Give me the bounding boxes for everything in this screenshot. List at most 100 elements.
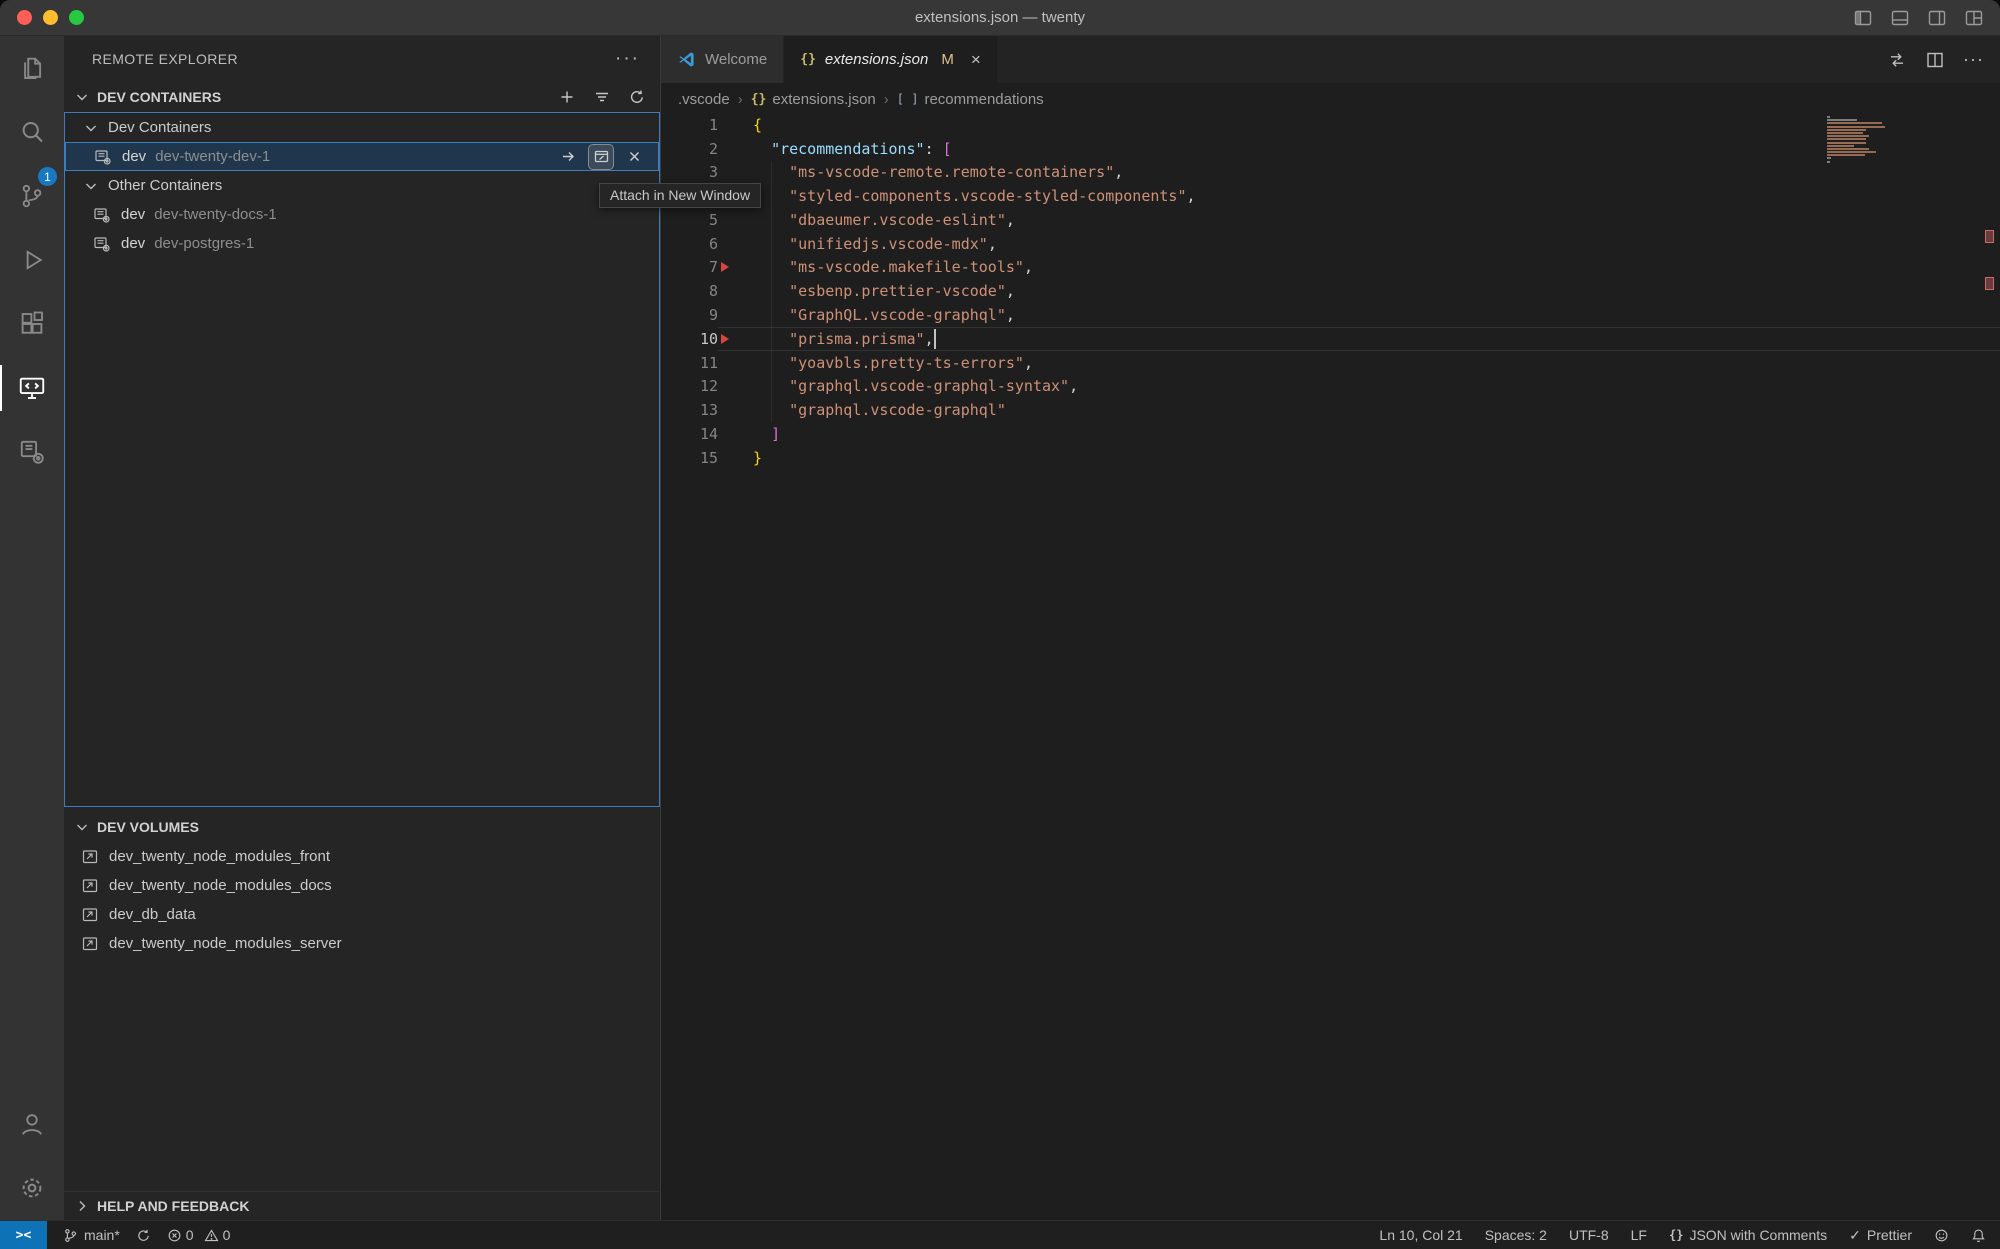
open-changes-icon[interactable]: [1887, 50, 1907, 70]
code-line[interactable]: 2 "recommendations": [: [661, 137, 2000, 161]
dev-volumes-section: DEV VOLUMES dev_twenty_node_modules_fron…: [64, 812, 659, 958]
problems-item[interactable]: 0 0: [167, 1227, 237, 1243]
formatter-item[interactable]: ✓ Prettier: [1849, 1227, 1912, 1244]
code-line[interactable]: 15}: [661, 446, 2000, 470]
layout-controls: [1853, 0, 1984, 35]
attach-current-window-icon[interactable]: [556, 145, 580, 169]
code-line[interactable]: 3 "ms-vscode-remote.remote-containers",: [661, 161, 2000, 185]
warning-count: 0: [223, 1227, 231, 1243]
code-line[interactable]: 10 "prisma.prisma",: [661, 327, 2000, 351]
array-symbol-icon: [ ]: [897, 92, 919, 106]
container-icon: [93, 206, 111, 224]
tree-item-container[interactable]: dev dev-twenty-docs-1: [65, 200, 659, 229]
minimap-line: [1827, 132, 1863, 134]
explorer-icon[interactable]: [0, 36, 64, 100]
code-line[interactable]: 13 "graphql.vscode-graphql": [661, 398, 2000, 422]
volume-item[interactable]: dev_db_data: [64, 900, 659, 929]
section-label: DEV VOLUMES: [97, 819, 199, 835]
toggle-panel-icon[interactable]: [1890, 8, 1910, 28]
code-line[interactable]: 14 ]: [661, 422, 2000, 446]
dev-containers-icon[interactable]: [0, 420, 64, 484]
tree-group-dev-containers[interactable]: Dev Containers: [65, 113, 659, 142]
chevron-down-icon: [74, 819, 90, 835]
volume-item[interactable]: dev_twenty_node_modules_docs: [64, 871, 659, 900]
line-number: 1: [661, 116, 718, 134]
toggle-primary-sidebar-icon[interactable]: [1853, 8, 1873, 28]
code-line[interactable]: 4 "styled-components.vscode-styled-compo…: [661, 184, 2000, 208]
code-line[interactable]: 1{: [661, 115, 2000, 137]
zoom-window-button[interactable]: [69, 10, 84, 25]
remote-indicator[interactable]: ><: [0, 1221, 47, 1249]
encoding-setting[interactable]: UTF-8: [1569, 1227, 1609, 1243]
code-line[interactable]: 5 "dbaeumer.vscode-eslint",: [661, 208, 2000, 232]
code-line[interactable]: 11 "yoavbls.pretty-ts-errors",: [661, 351, 2000, 375]
breadcrumb-symbol[interactable]: [ ]recommendations: [897, 91, 1044, 108]
chevron-right-icon: [74, 1198, 90, 1214]
close-window-button[interactable]: [17, 10, 32, 25]
code-text: "styled-components.vscode-styled-compone…: [732, 187, 1196, 205]
add-container-icon[interactable]: [558, 88, 576, 106]
more-actions-icon[interactable]: ···: [615, 48, 640, 70]
line-number: 10: [661, 330, 718, 348]
more-actions-icon[interactable]: ···: [1963, 49, 1984, 70]
code-lines[interactable]: 1{2 "recommendations": [3 "ms-vscode-rem…: [661, 115, 2000, 469]
settings-gear-icon[interactable]: [0, 1156, 64, 1220]
refresh-icon[interactable]: [628, 88, 646, 106]
dev-volumes-section-header[interactable]: DEV VOLUMES: [64, 812, 659, 842]
cursor-position[interactable]: Ln 10, Col 21: [1379, 1227, 1462, 1243]
language-mode[interactable]: {} JSON with Comments: [1669, 1227, 1827, 1243]
notifications-bell-icon[interactable]: [1971, 1228, 1986, 1243]
git-branch-item[interactable]: main*: [63, 1227, 120, 1243]
source-control-icon[interactable]: 1: [0, 164, 64, 228]
container-description: dev-postgres-1: [154, 235, 254, 252]
container-label: dev: [121, 235, 145, 252]
line-number: 14: [661, 425, 718, 443]
feedback-icon[interactable]: [1934, 1228, 1949, 1243]
code-text: "ms-vscode-remote.remote-containers",: [732, 163, 1123, 181]
accounts-icon[interactable]: [0, 1092, 64, 1156]
eol-setting[interactable]: LF: [1631, 1227, 1647, 1243]
minimize-window-button[interactable]: [43, 10, 58, 25]
customize-layout-icon[interactable]: [1964, 8, 1984, 28]
sync-changes-item[interactable]: [136, 1228, 151, 1243]
attach-new-window-icon[interactable]: [589, 145, 613, 169]
code-line[interactable]: 6 "unifiedjs.vscode-mdx",: [661, 232, 2000, 256]
tree-group-other-containers[interactable]: Other Containers: [65, 171, 659, 200]
tree-item-container[interactable]: dev dev-twenty-dev-1: [65, 142, 659, 171]
line-number: 3: [661, 163, 718, 181]
code-line[interactable]: 8 "esbenp.prettier-vscode",: [661, 279, 2000, 303]
code-line[interactable]: 9 "GraphQL.vscode-graphql",: [661, 303, 2000, 327]
container-label: dev: [122, 148, 146, 165]
split-editor-icon[interactable]: [1925, 50, 1945, 70]
minimap-line: [1827, 154, 1865, 156]
tab-extensions-json[interactable]: {} extensions.json M ×: [784, 36, 997, 83]
search-icon[interactable]: [0, 100, 64, 164]
code-line[interactable]: 12 "graphql.vscode-graphql-syntax",: [661, 374, 2000, 398]
help-feedback-section-header[interactable]: HELP AND FEEDBACK: [64, 1191, 659, 1220]
minimap[interactable]: [1827, 116, 1889, 164]
tab-welcome[interactable]: Welcome: [661, 36, 784, 83]
indentation-setting[interactable]: Spaces: 2: [1485, 1227, 1547, 1243]
close-tab-icon[interactable]: ×: [971, 51, 981, 68]
filter-list-icon[interactable]: [593, 88, 611, 106]
gutter: [718, 446, 732, 470]
line-number: 8: [661, 282, 718, 300]
toggle-secondary-sidebar-icon[interactable]: [1927, 8, 1947, 28]
tree-item-container[interactable]: dev dev-postgres-1: [65, 229, 659, 258]
tree-group-label: Other Containers: [108, 177, 222, 194]
volume-item[interactable]: dev_twenty_node_modules_front: [64, 842, 659, 871]
chevron-right-icon: ›: [738, 91, 743, 108]
breadcrumb-folder[interactable]: .vscode: [678, 91, 730, 108]
dev-containers-section-header[interactable]: DEV CONTAINERS: [64, 82, 660, 112]
run-debug-icon[interactable]: [0, 228, 64, 292]
breadcrumb-file[interactable]: {}extensions.json: [751, 91, 876, 108]
close-icon[interactable]: [622, 145, 646, 169]
code-area[interactable]: 1{2 "recommendations": [3 "ms-vscode-rem…: [661, 115, 2000, 1220]
code-line[interactable]: 7 "ms-vscode.makefile-tools",: [661, 256, 2000, 280]
volume-item[interactable]: dev_twenty_node_modules_server: [64, 929, 659, 958]
sync-icon: [136, 1228, 151, 1243]
breadcrumb-label: extensions.json: [772, 91, 875, 108]
gutter: [718, 351, 732, 375]
extensions-icon[interactable]: [0, 292, 64, 356]
remote-explorer-icon[interactable]: [0, 356, 64, 420]
